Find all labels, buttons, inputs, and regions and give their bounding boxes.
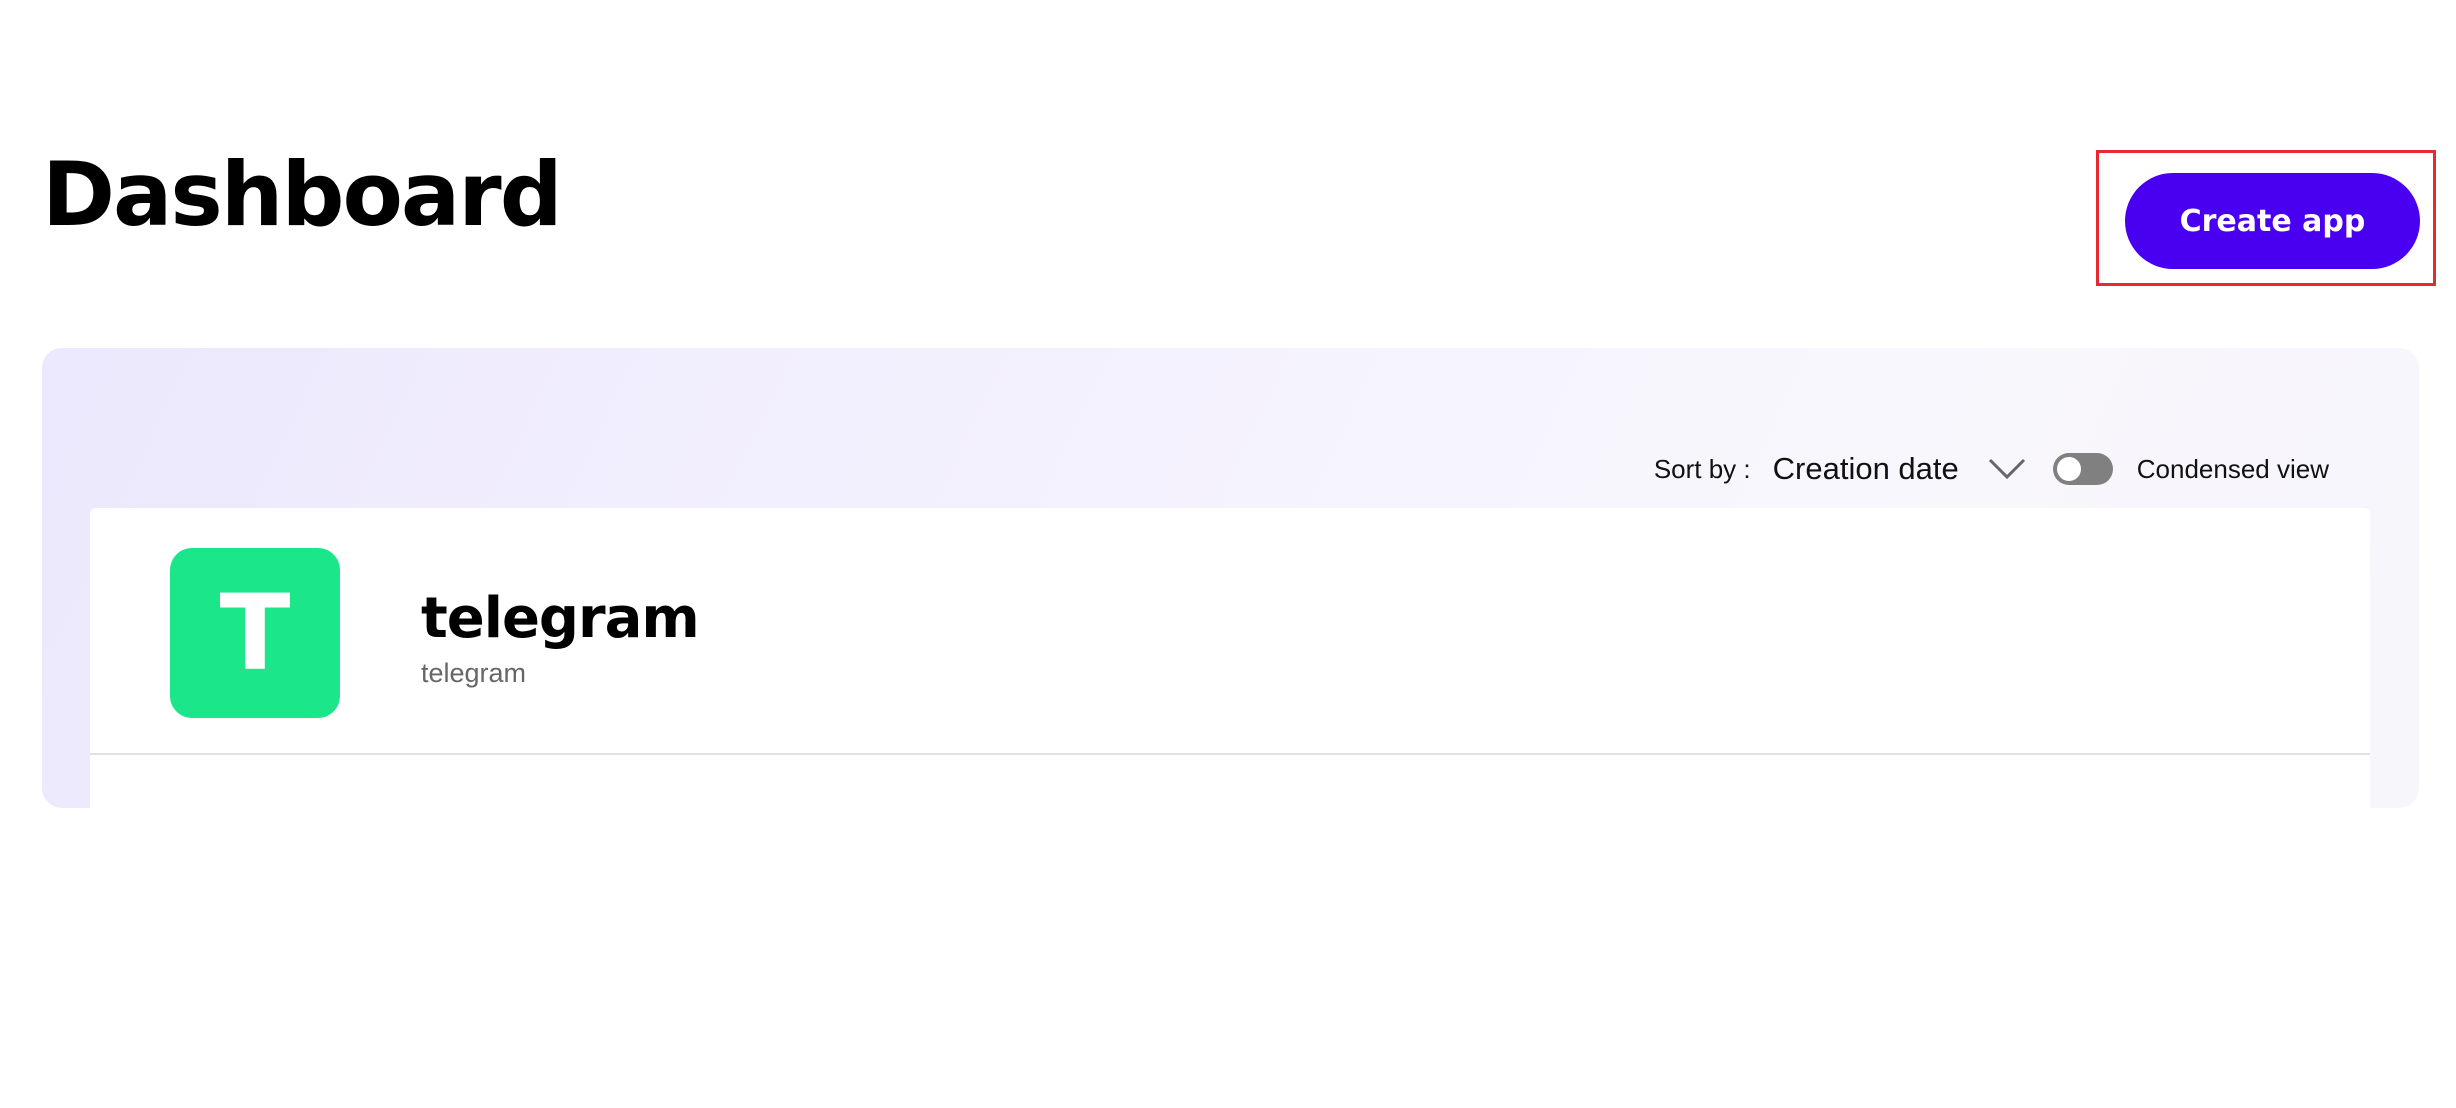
page-title: Dashboard [42, 143, 563, 246]
app-name[interactable]: telegram [421, 586, 700, 652]
app-avatar: T [170, 548, 340, 718]
chevron-down-icon[interactable] [1985, 447, 2029, 491]
condensed-view-label: Condensed view [2136, 453, 2329, 484]
app-subtitle: telegram [421, 658, 527, 688]
app-card[interactable]: T telegram telegram [90, 508, 2370, 1108]
apps-panel: Sort by : Creation date Condensed view T… [42, 348, 2419, 1108]
toggle-knob [2056, 457, 2081, 481]
create-app-button[interactable]: Create app [2125, 173, 2420, 269]
condensed-view-toggle[interactable] [2052, 453, 2113, 485]
card-divider [90, 753, 2370, 755]
sort-label: Sort by : [1653, 453, 1751, 484]
sort-toolbar: Sort by : Creation date Condensed view [1654, 444, 2329, 494]
sort-select-value[interactable]: Creation date [1773, 451, 1959, 487]
